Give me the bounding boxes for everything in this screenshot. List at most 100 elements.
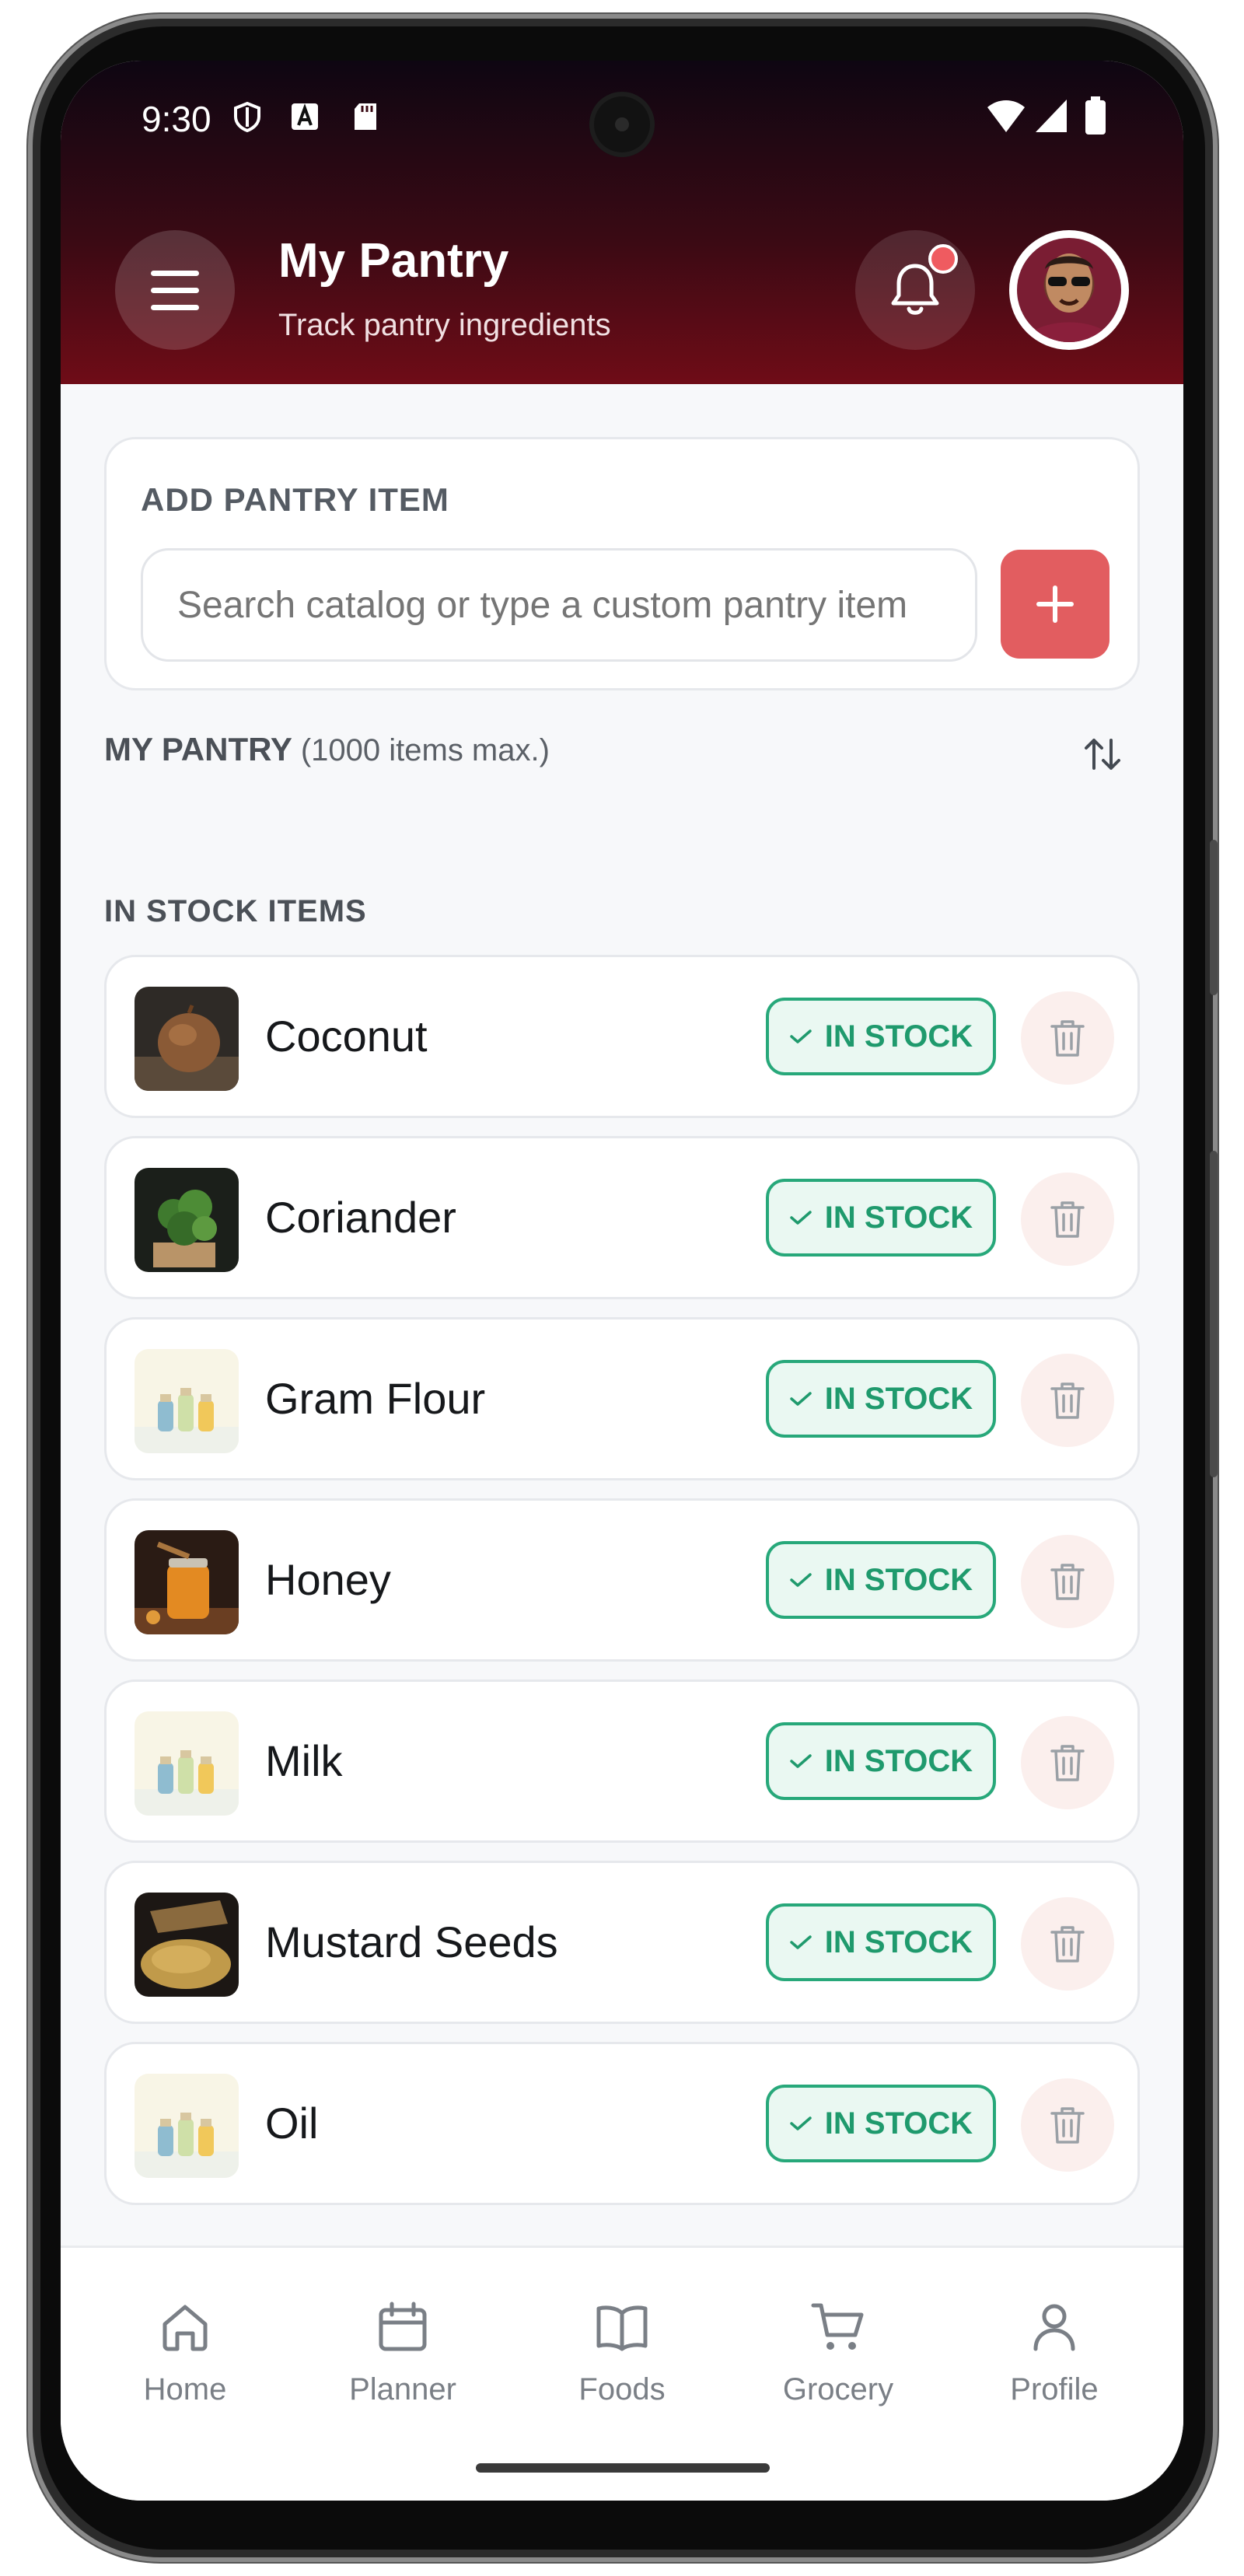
delete-button[interactable] — [1021, 1354, 1114, 1447]
in-stock-toggle[interactable]: IN STOCK — [766, 1179, 996, 1257]
delete-button[interactable] — [1021, 1535, 1114, 1628]
hamburger-line — [151, 288, 199, 293]
avatar-photo — [1017, 238, 1121, 342]
nav-home[interactable]: Home — [107, 2299, 263, 2407]
list-item[interactable]: Milk IN STOCK — [104, 1679, 1140, 1843]
item-name: Milk — [265, 1736, 343, 1785]
in-stock-toggle[interactable]: IN STOCK — [766, 1541, 996, 1619]
nav-profile-label: Profile — [1010, 2372, 1099, 2406]
trash-icon — [1050, 1926, 1085, 1963]
book-icon — [596, 2305, 648, 2351]
notifications-button[interactable] — [855, 230, 975, 350]
nav-foods[interactable]: Foods — [544, 2299, 700, 2407]
my-pantry-label: MY PANTRY — [104, 731, 292, 767]
volume-button — [1210, 1151, 1218, 1477]
item-thumbnail — [135, 1530, 239, 1634]
sort-icon[interactable] — [1079, 731, 1126, 778]
battery-icon — [1085, 96, 1106, 135]
menu-button[interactable] — [115, 230, 235, 350]
bottom-navigation: Home Planner Foods Grocery Profile — [61, 2246, 1183, 2501]
in-stock-toggle[interactable]: IN STOCK — [766, 2085, 996, 2162]
item-thumbnail — [135, 1893, 239, 1997]
delete-button[interactable] — [1021, 1716, 1114, 1809]
app-header: 9:30 My Pantry Track pantry ingredients — [61, 61, 1183, 384]
nav-grocery[interactable]: Grocery — [760, 2299, 916, 2407]
sd-card-icon — [355, 103, 376, 130]
pantry-search-input[interactable] — [141, 548, 977, 662]
nav-home-label: Home — [143, 2372, 227, 2406]
pantry-limit-note: (1000 items max.) — [300, 733, 550, 767]
check-icon — [790, 2116, 812, 2130]
wifi-icon — [987, 100, 1025, 132]
item-thumbnail — [135, 1168, 239, 1272]
cart-icon — [811, 2303, 864, 2350]
list-item[interactable]: Coconut IN STOCK — [104, 955, 1140, 1118]
item-thumbnail — [135, 987, 239, 1091]
stock-status-label: IN STOCK — [824, 1562, 973, 1597]
item-name: Coriander — [265, 1193, 456, 1242]
trash-icon — [1050, 1020, 1085, 1057]
trash-icon — [1050, 1745, 1085, 1781]
list-item[interactable]: Honey IN STOCK — [104, 1498, 1140, 1662]
delete-button[interactable] — [1021, 1897, 1114, 1991]
in-stock-toggle[interactable]: IN STOCK — [766, 998, 996, 1075]
nav-planner-label: Planner — [349, 2372, 456, 2406]
notification-dot — [928, 244, 958, 274]
avatar[interactable] — [1009, 230, 1129, 350]
page-title: My Pantry — [278, 234, 509, 288]
item-thumbnail — [135, 1711, 239, 1816]
check-icon — [790, 1392, 812, 1406]
my-pantry-header: MY PANTRY (1000 items max.) — [104, 731, 1140, 793]
stock-status-label: IN STOCK — [824, 2106, 973, 2141]
in-stock-heading: IN STOCK ITEMS — [104, 894, 367, 928]
stock-status-label: IN STOCK — [824, 1200, 973, 1235]
item-name: Honey — [265, 1555, 391, 1604]
list-item[interactable]: Gram Flour IN STOCK — [104, 1317, 1140, 1480]
add-item-button[interactable] — [1001, 550, 1109, 659]
list-item[interactable]: Oil IN STOCK — [104, 2042, 1140, 2205]
person-icon — [1033, 2304, 1075, 2351]
item-name: Mustard Seeds — [265, 1917, 558, 1966]
item-name: Oil — [265, 2099, 319, 2148]
check-icon — [790, 1029, 812, 1043]
nav-planner[interactable]: Planner — [325, 2299, 480, 2407]
pantry-list: Coconut IN STOCK Coriander IN STOCK Gram Flo… — [104, 955, 1140, 2246]
front-camera — [589, 92, 655, 157]
home-indicator — [476, 2463, 770, 2473]
delete-button[interactable] — [1021, 1173, 1114, 1266]
delete-button[interactable] — [1021, 2078, 1114, 2172]
add-pantry-title: ADD PANTRY ITEM — [141, 481, 449, 518]
hamburger-icon — [151, 271, 199, 276]
calendar-icon — [379, 2302, 427, 2351]
font-icon — [292, 103, 318, 130]
home-icon — [162, 2305, 208, 2351]
trash-icon — [1050, 1564, 1085, 1600]
delete-button[interactable] — [1021, 991, 1114, 1085]
list-item[interactable]: Mustard Seeds IN STOCK — [104, 1861, 1140, 2024]
nav-profile[interactable]: Profile — [977, 2299, 1132, 2407]
status-bar: 9:30 — [61, 61, 1183, 177]
cellular-signal-icon — [1036, 100, 1067, 132]
stock-status-label: IN STOCK — [824, 1381, 973, 1416]
hamburger-line — [151, 305, 199, 310]
list-item[interactable]: Coriander IN STOCK — [104, 1136, 1140, 1299]
shield-icon — [234, 101, 260, 132]
app-screen: 9:30 My Pantry Track pantry ingredients … — [61, 61, 1183, 2501]
nav-foods-label: Foods — [578, 2372, 666, 2406]
page-subtitle: Track pantry ingredients — [278, 308, 611, 342]
in-stock-toggle[interactable]: IN STOCK — [766, 1722, 996, 1800]
stock-status-label: IN STOCK — [824, 1019, 973, 1054]
in-stock-toggle[interactable]: IN STOCK — [766, 1903, 996, 1981]
trash-icon — [1050, 2107, 1085, 2144]
status-time: 9:30 — [142, 99, 211, 139]
check-icon — [790, 1935, 812, 1949]
trash-icon — [1050, 1201, 1085, 1238]
item-name: Gram Flour — [265, 1374, 486, 1423]
add-pantry-card: ADD PANTRY ITEM — [104, 437, 1140, 690]
in-stock-toggle[interactable]: IN STOCK — [766, 1360, 996, 1438]
stock-status-label: IN STOCK — [824, 1743, 973, 1778]
item-thumbnail — [135, 2074, 239, 2178]
item-name: Coconut — [265, 1012, 428, 1061]
item-thumbnail — [135, 1349, 239, 1453]
stock-status-label: IN STOCK — [824, 1924, 973, 1959]
